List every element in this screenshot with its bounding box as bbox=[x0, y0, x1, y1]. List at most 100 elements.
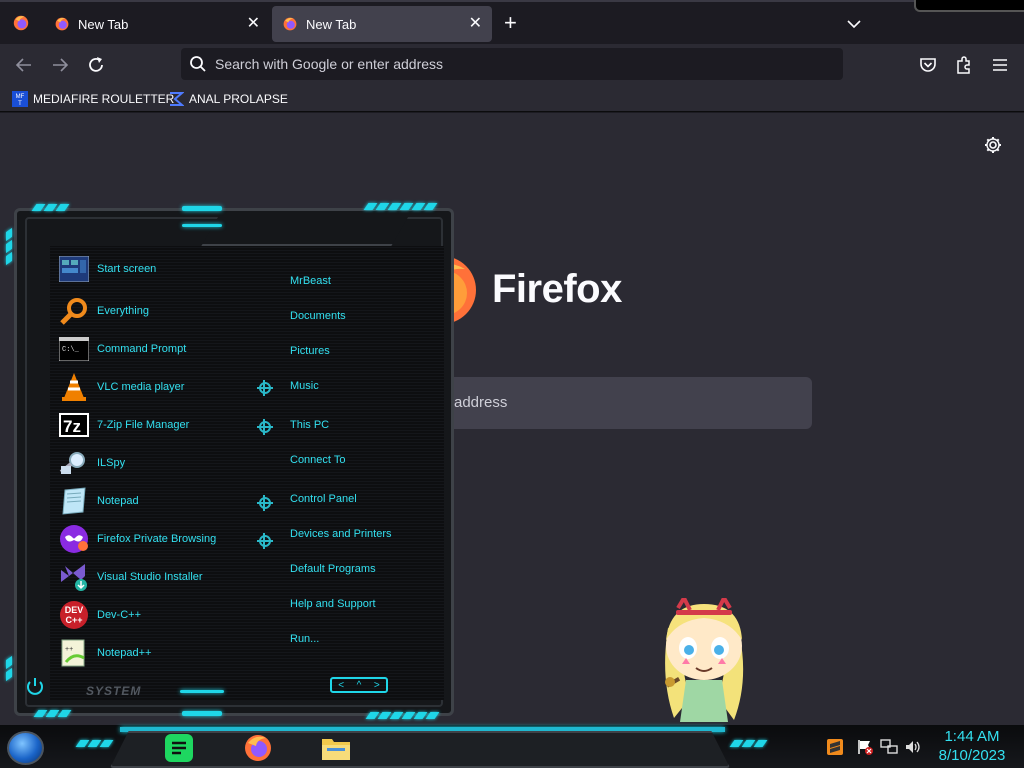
cmd-icon: C:\_ bbox=[58, 333, 90, 365]
start-button[interactable] bbox=[7, 731, 44, 765]
close-icon[interactable]: ✕ bbox=[469, 15, 482, 33]
program-notepad[interactable]: Notepad bbox=[58, 485, 258, 517]
svg-text:C:\_: C:\_ bbox=[62, 346, 80, 354]
start-menu-top-notch bbox=[201, 216, 409, 246]
hud-accent bbox=[182, 711, 222, 716]
clock-date: 8/10/2023 bbox=[938, 747, 1006, 764]
program-devcpp[interactable]: DEV C++ Dev-C++ bbox=[58, 599, 258, 631]
arrow-up-icon[interactable]: ^ bbox=[357, 680, 362, 691]
taskbar-notes-app[interactable] bbox=[163, 732, 195, 764]
pocket-icon[interactable] bbox=[917, 54, 939, 76]
program-notepadpp[interactable]: ++ Notepad++ bbox=[58, 637, 258, 669]
tab-new-tab-1[interactable]: New Tab ✕ bbox=[44, 6, 270, 42]
bookmark-mediafire-rouletter[interactable]: MF T MEDIAFIRE ROULETTER bbox=[12, 89, 174, 109]
program-everything[interactable]: Everything bbox=[58, 295, 258, 327]
taskbar-file-explorer[interactable] bbox=[320, 732, 352, 764]
hud-accent bbox=[182, 206, 222, 211]
url-input[interactable] bbox=[215, 48, 815, 80]
mediafire-icon: MFT bbox=[12, 91, 28, 107]
new-tab-button[interactable]: + bbox=[504, 12, 517, 34]
forward-icon[interactable] bbox=[49, 54, 71, 76]
sublime-icon[interactable] bbox=[826, 738, 844, 756]
action-center-flag-icon[interactable] bbox=[856, 738, 874, 756]
program-command-prompt[interactable]: C:\_ Command Prompt bbox=[58, 333, 258, 365]
link-documents[interactable]: Documents bbox=[290, 308, 346, 324]
program-vlc[interactable]: VLC media player bbox=[58, 371, 258, 403]
power-icon[interactable] bbox=[24, 676, 46, 698]
notes-app-icon bbox=[165, 734, 193, 762]
firefox-icon bbox=[283, 17, 297, 31]
nav-arrows[interactable]: < ^ > bbox=[330, 677, 388, 693]
firefox-view-icon[interactable] bbox=[12, 14, 30, 32]
hud-accent bbox=[182, 224, 222, 227]
back-icon[interactable] bbox=[13, 54, 35, 76]
program-vs-installer[interactable]: Visual Studio Installer bbox=[58, 561, 258, 593]
file-explorer-icon bbox=[322, 739, 350, 760]
notepadpp-icon: ++ bbox=[58, 637, 90, 669]
program-label: ILSpy bbox=[97, 457, 126, 469]
program-label: Notepad++ bbox=[97, 647, 152, 659]
reload-icon[interactable] bbox=[85, 54, 107, 76]
address-bar[interactable] bbox=[181, 48, 843, 80]
link-devices-and-printers[interactable]: Devices and Printers bbox=[290, 526, 392, 542]
link-mrbeast[interactable]: MrBeast bbox=[290, 273, 331, 289]
link-music[interactable]: Music bbox=[290, 378, 319, 394]
hud-accent bbox=[180, 690, 224, 693]
taskbar-firefox[interactable] bbox=[242, 732, 274, 764]
submenu-indicator-icon bbox=[257, 419, 273, 435]
taskbar-clock[interactable]: 1:44 AM 8/10/2023 bbox=[934, 727, 1010, 765]
link-default-programs[interactable]: Default Programs bbox=[290, 561, 376, 577]
link-run[interactable]: Run... bbox=[290, 631, 319, 647]
program-label: 7-Zip File Manager bbox=[97, 419, 190, 431]
gear-icon[interactable] bbox=[983, 135, 1003, 155]
window-edge bbox=[914, 0, 1024, 12]
clock-time: 1:44 AM bbox=[944, 728, 1000, 745]
arrow-left-icon[interactable]: < bbox=[338, 680, 344, 691]
extensions-icon[interactable] bbox=[953, 54, 975, 76]
tab-strip: New Tab ✕ New Tab ✕ + bbox=[0, 0, 1024, 44]
ilspy-icon bbox=[58, 447, 90, 479]
devcpp-icon: DEV C++ bbox=[58, 599, 90, 631]
tab-title: New Tab bbox=[306, 16, 357, 32]
volume-icon[interactable] bbox=[904, 738, 922, 756]
program-firefox-private[interactable]: Firefox Private Browsing bbox=[58, 523, 258, 555]
bookmark-label: MEDIAFIRE ROULETTER bbox=[33, 92, 175, 106]
arrow-right-icon[interactable]: > bbox=[374, 680, 380, 691]
program-label: Firefox Private Browsing bbox=[97, 533, 217, 545]
program-start-screen[interactable]: Start screen bbox=[58, 253, 258, 285]
menu-icon[interactable] bbox=[989, 54, 1011, 76]
svg-text:C++: C++ bbox=[65, 615, 82, 625]
vs-installer-icon bbox=[58, 561, 90, 593]
start-menu: Start screen Everything C:\_ Command Pro… bbox=[0, 200, 455, 722]
page-search-placeholder: address bbox=[454, 394, 508, 411]
tab-new-tab-2[interactable]: New Tab ✕ bbox=[272, 6, 492, 42]
link-connect-to[interactable]: Connect To bbox=[290, 452, 345, 468]
program-label: Everything bbox=[97, 305, 149, 317]
magnifier-icon bbox=[58, 295, 90, 327]
chevron-down-icon[interactable] bbox=[846, 16, 862, 32]
private-browsing-icon bbox=[58, 523, 90, 555]
link-help-and-support[interactable]: Help and Support bbox=[290, 596, 376, 612]
program-ilspy[interactable]: ILSpy bbox=[58, 447, 258, 479]
link-control-panel[interactable]: Control Panel bbox=[290, 491, 357, 507]
link-pictures[interactable]: Pictures bbox=[290, 343, 330, 359]
program-label: Visual Studio Installer bbox=[97, 571, 203, 583]
svg-text:7z: 7z bbox=[63, 417, 81, 436]
page-search-box[interactable]: address bbox=[420, 377, 812, 429]
network-icon[interactable] bbox=[880, 738, 898, 756]
svg-text:T: T bbox=[18, 101, 22, 107]
program-7zip[interactable]: 7z 7-Zip File Manager bbox=[58, 409, 258, 441]
firefox-icon bbox=[55, 17, 69, 31]
firefox-icon bbox=[245, 735, 271, 761]
bookmark-anal-prolapse[interactable]: ANAL PROLAPSE bbox=[168, 89, 288, 109]
program-label: VLC media player bbox=[97, 381, 185, 393]
program-label: Notepad bbox=[97, 495, 139, 507]
submenu-indicator-icon bbox=[257, 495, 273, 511]
hud-accent bbox=[6, 667, 12, 682]
close-icon[interactable]: ✕ bbox=[247, 15, 260, 33]
submenu-indicator-icon bbox=[257, 380, 273, 396]
start-screen-icon bbox=[58, 253, 90, 285]
link-this-pc[interactable]: This PC bbox=[290, 417, 329, 433]
firefox-wordmark: Firefox bbox=[492, 267, 622, 311]
program-label: Command Prompt bbox=[97, 343, 187, 355]
